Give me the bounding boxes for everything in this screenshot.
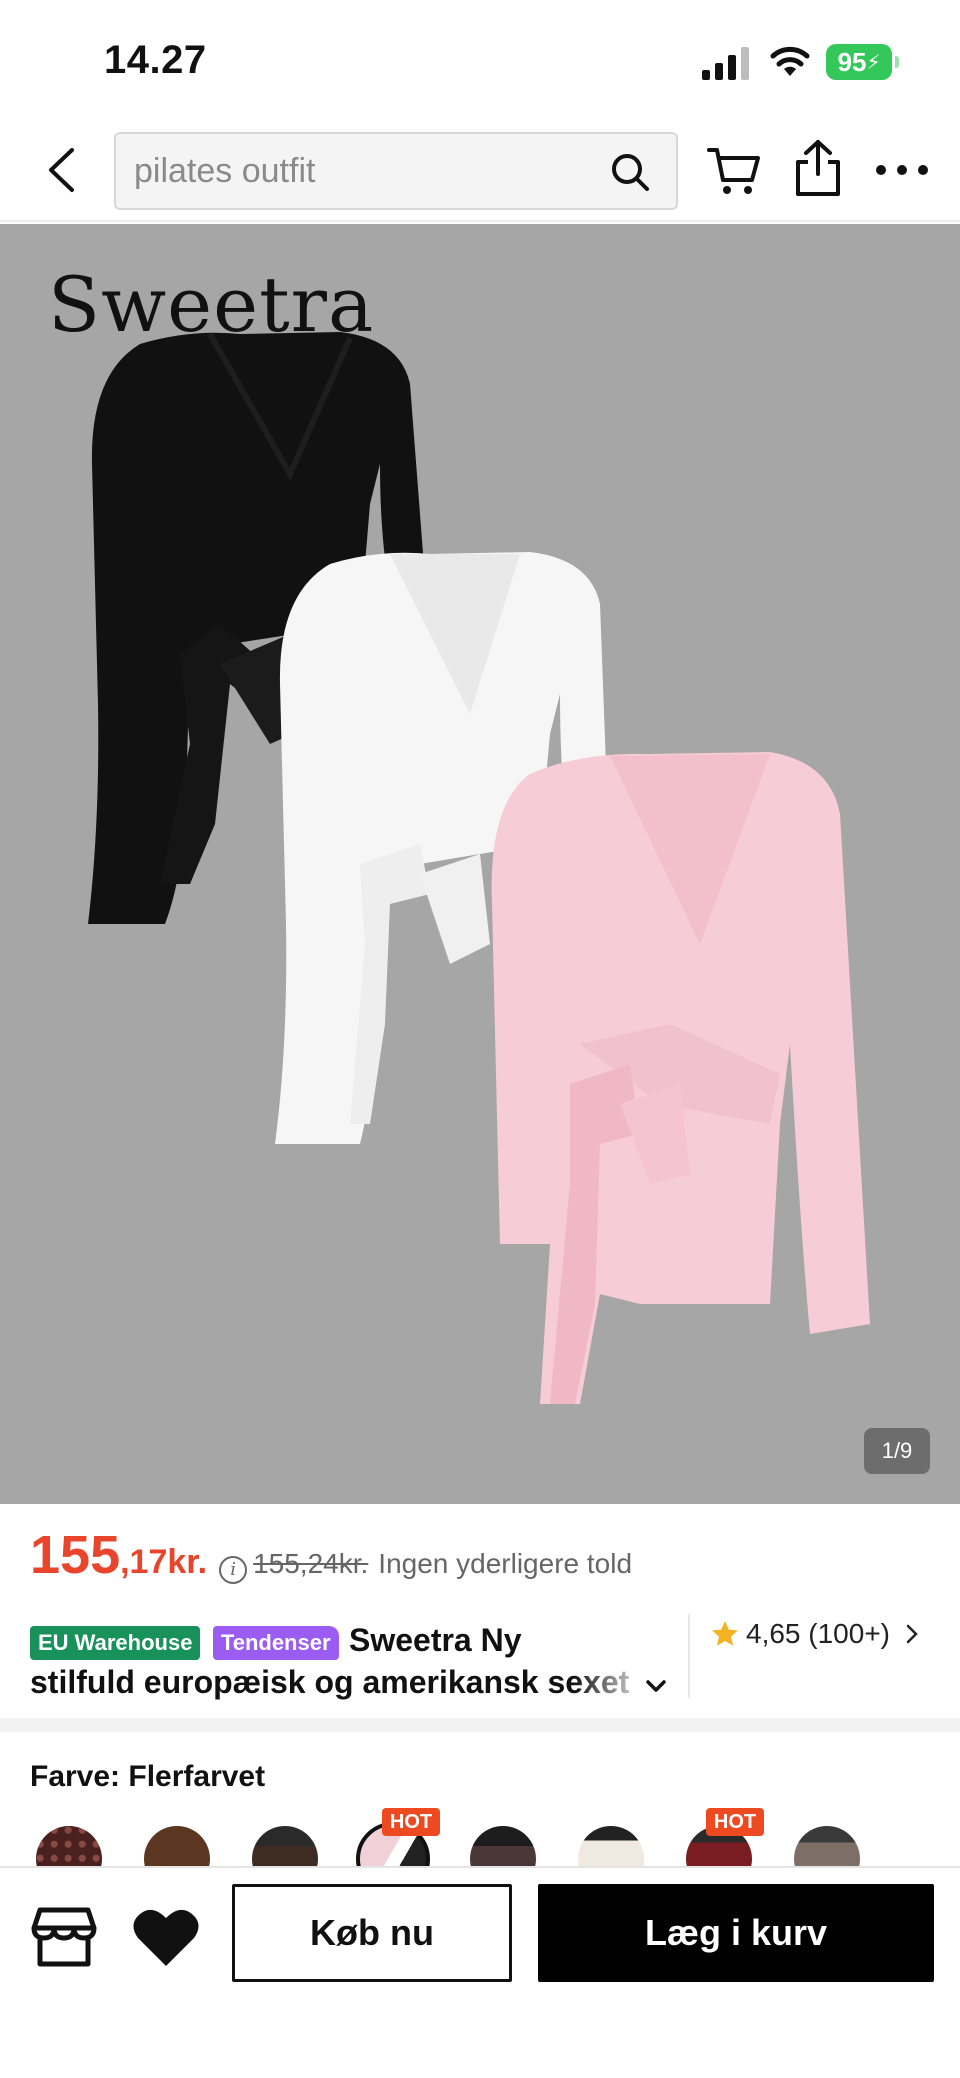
share-icon[interactable]: [790, 138, 846, 198]
back-button[interactable]: [36, 142, 86, 198]
bottom-action-bar: Køb nu Læg i kurv: [0, 1866, 960, 2078]
product-image-carousel[interactable]: Sweetra 1/9: [0, 224, 960, 1504]
product-title[interactable]: EU Warehouse Tendenser Sweetra Ny stilfu…: [30, 1620, 670, 1700]
customs-note: Ingen yderligere told: [378, 1548, 633, 1579]
search-input[interactable]: [134, 134, 594, 208]
hot-badge: HOT: [706, 1808, 764, 1836]
status-bar: 14.27 95 ⚡: [0, 0, 960, 120]
color-swatch[interactable]: [578, 1826, 644, 1870]
chevron-down-icon[interactable]: [642, 1672, 670, 1700]
rating-summary[interactable]: 4,65 (100+): [710, 1614, 930, 1654]
pink-wrap-top-image: [491, 752, 870, 1404]
color-swatch[interactable]: [470, 1826, 536, 1870]
add-to-cart-button[interactable]: Læg i kurv: [538, 1884, 934, 1982]
original-price: 155,24kr.: [253, 1548, 369, 1579]
title-text-start: Sweetra Ny: [348, 1622, 522, 1658]
price-row: 155 ,17kr. i 155,24kr. Ingen yderligere …: [30, 1524, 930, 1594]
color-swatch[interactable]: [252, 1826, 318, 1870]
color-swatch[interactable]: [36, 1826, 102, 1870]
star-icon: [712, 1621, 738, 1646]
trending-badge: Tendenser: [212, 1625, 339, 1660]
section-divider: [0, 1718, 960, 1732]
divider: [688, 1614, 690, 1698]
rating-value: 4,65 (100+): [746, 1618, 890, 1649]
battery-icon: 95 ⚡: [826, 44, 899, 80]
color-swatch[interactable]: [794, 1826, 860, 1870]
title-line-1: EU Warehouse Tendenser Sweetra Ny: [30, 1620, 670, 1664]
nav-bar: [0, 120, 960, 222]
dot-icon: [918, 165, 928, 175]
status-time: 14.27: [104, 38, 207, 82]
search-bar[interactable]: [114, 132, 678, 210]
price-decimal: ,17kr.: [120, 1543, 208, 1581]
dot-icon: [876, 165, 886, 175]
color-swatches: HOT HOT: [0, 1800, 960, 1870]
search-icon[interactable]: [610, 152, 650, 192]
heart-icon[interactable]: [132, 1906, 200, 1968]
battery-level: 95: [837, 46, 867, 77]
price-main: 155: [30, 1525, 121, 1585]
chevron-right-icon: [906, 1624, 918, 1644]
info-icon[interactable]: i: [219, 1555, 248, 1584]
color-swatch[interactable]: [144, 1826, 210, 1870]
chevron-left-icon: [49, 148, 74, 192]
wifi-icon: [770, 46, 810, 76]
more-options-button[interactable]: [872, 142, 932, 198]
title-line-2: stilfuld europæisk og amerikansk sexet: [30, 1664, 630, 1700]
buy-now-button[interactable]: Køb nu: [232, 1884, 512, 1982]
color-label: Farve: Flerfarvet: [30, 1760, 266, 1793]
image-counter: 1/9: [864, 1428, 930, 1474]
cart-icon[interactable]: [706, 142, 762, 198]
hot-badge: HOT: [382, 1808, 440, 1836]
store-icon[interactable]: [30, 1904, 98, 1970]
signal-icon: [702, 47, 749, 80]
eu-warehouse-badge: EU Warehouse: [30, 1625, 201, 1660]
dot-icon: [897, 165, 907, 175]
